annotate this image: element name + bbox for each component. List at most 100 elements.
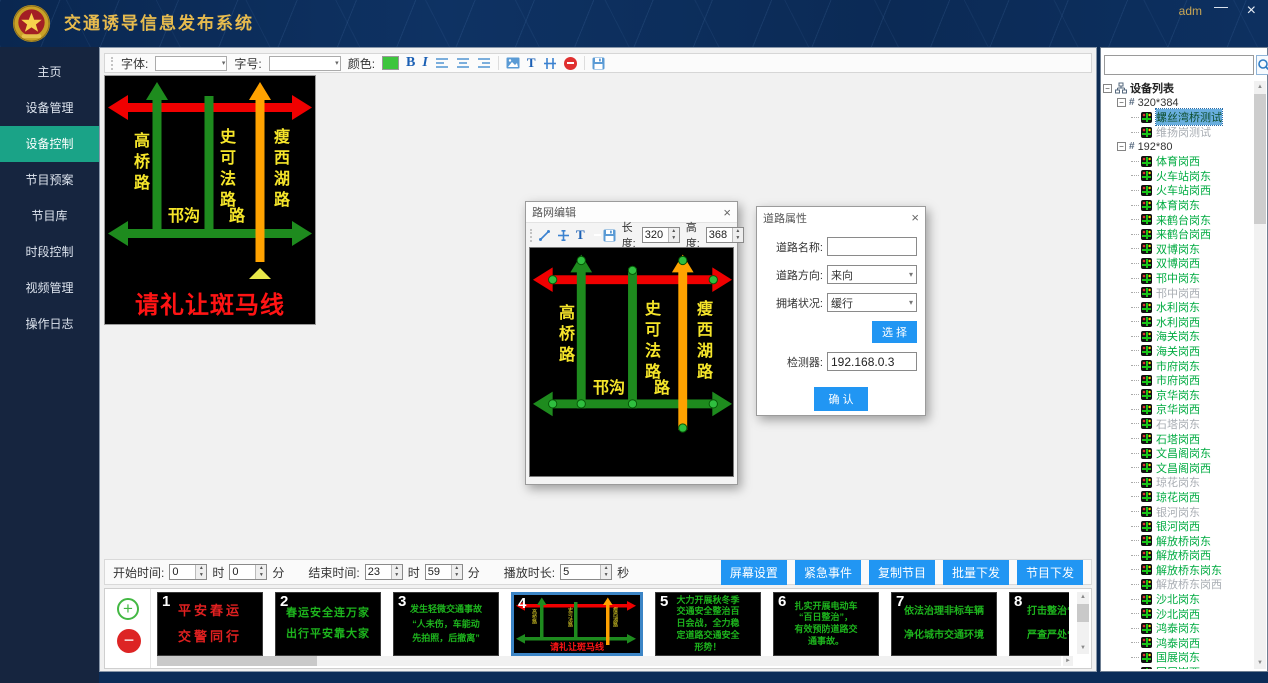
device-item[interactable]: 银河岗东: [1103, 504, 1253, 519]
end-minute-spinner[interactable]: 59▲▼: [425, 564, 463, 580]
insert-image-icon[interactable]: [506, 57, 520, 69]
toolbar-drag-handle[interactable]: [530, 229, 532, 242]
device-item[interactable]: 海关岗东: [1103, 329, 1253, 344]
align-center-icon[interactable]: [456, 57, 470, 69]
tree-collapse-icon[interactable]: −: [1117, 98, 1126, 107]
device-item[interactable]: 银河岗西: [1103, 519, 1253, 534]
device-item[interactable]: 鸿泰岗东: [1103, 621, 1253, 636]
sidebar-item[interactable]: 节目库: [0, 198, 99, 234]
draw-road-icon[interactable]: [538, 229, 551, 242]
select-detector-button[interactable]: 选 择: [872, 321, 917, 343]
sidebar-item[interactable]: 设备控制: [0, 126, 99, 162]
device-item[interactable]: 双博岗西: [1103, 256, 1253, 271]
device-tree-root[interactable]: −设备列表: [1103, 81, 1253, 96]
device-item[interactable]: 双博岗东: [1103, 242, 1253, 257]
road-name-input[interactable]: [827, 237, 917, 256]
device-item[interactable]: 沙北岗东: [1103, 592, 1253, 607]
close-icon[interactable]: ×: [723, 206, 731, 219]
device-item[interactable]: 京华岗东: [1103, 387, 1253, 402]
text-tool-icon[interactable]: T: [576, 227, 585, 243]
device-item[interactable]: 京华岗西: [1103, 402, 1253, 417]
program-thumbnail[interactable]: 5大力开展秋冬季交通安全整治百日会战，全力稳定道路交通安全形势！: [655, 592, 761, 656]
device-item[interactable]: 解放桥东岗东: [1103, 563, 1253, 578]
duration-spinner[interactable]: 5▲▼: [560, 564, 612, 580]
playlist-vertical-scrollbar[interactable]: ▲ ▼: [1077, 592, 1089, 654]
device-item[interactable]: 维扬岗测试: [1103, 125, 1253, 140]
device-item[interactable]: 螺丝湾桥测试: [1103, 110, 1253, 125]
search-button[interactable]: [1256, 55, 1268, 75]
align-right-icon[interactable]: [477, 57, 491, 69]
congestion-select[interactable]: 缓行▾: [827, 293, 917, 312]
tree-vertical-scrollbar[interactable]: ▲ ▼: [1254, 81, 1266, 669]
scroll-right-icon[interactable]: ►: [1063, 656, 1073, 666]
font-select[interactable]: ▾: [155, 56, 227, 71]
dialog-title-bar[interactable]: 道路属性 ×: [757, 207, 925, 228]
sidebar-item[interactable]: 时段控制: [0, 234, 99, 270]
tree-collapse-icon[interactable]: −: [1103, 84, 1112, 93]
emergency-event-button[interactable]: 紧急事件: [795, 560, 861, 585]
screen-settings-button[interactable]: 屏幕设置: [721, 560, 787, 585]
end-hour-spinner[interactable]: 23▲▼: [365, 564, 403, 580]
device-item[interactable]: 国展岗东: [1103, 650, 1253, 665]
tree-collapse-icon[interactable]: −: [1117, 142, 1126, 151]
device-item[interactable]: 石塔岗东: [1103, 417, 1253, 432]
device-item[interactable]: 文昌阁岗西: [1103, 460, 1253, 475]
program-thumbnail[interactable]: 6扎实开展电动车“百日整治”，有效预防道路交通事故。: [773, 592, 879, 656]
close-icon[interactable]: ×: [911, 211, 919, 224]
device-item[interactable]: 解放桥东岗西: [1103, 577, 1253, 592]
crossing-tool-icon[interactable]: [557, 229, 570, 242]
program-thumbnail[interactable]: 7依法治理非标车辆净化城市交通环境: [891, 592, 997, 656]
sidebar-item[interactable]: 节目预案: [0, 162, 99, 198]
program-thumbnail[interactable]: 3发生轻微交通事故“人未伤，车能动先拍照，后撤离”: [393, 592, 499, 656]
device-item[interactable]: 国展岗西: [1103, 665, 1253, 669]
bold-button[interactable]: B: [406, 55, 415, 71]
sidebar-item[interactable]: 设备管理: [0, 90, 99, 126]
device-item[interactable]: 来鹤台岗西: [1103, 227, 1253, 242]
device-item[interactable]: 解放桥岗东: [1103, 533, 1253, 548]
device-item[interactable]: 体育岗西: [1103, 154, 1253, 169]
color-swatch[interactable]: [382, 56, 399, 70]
device-item[interactable]: 火车站岗西: [1103, 183, 1253, 198]
device-item[interactable]: 市府岗东: [1103, 358, 1253, 373]
font-size-select[interactable]: ▾: [269, 56, 341, 71]
confirm-button[interactable]: 确 认: [814, 387, 867, 411]
save-icon[interactable]: [603, 229, 616, 242]
start-hour-spinner[interactable]: 0▲▼: [169, 564, 207, 580]
sidebar-item[interactable]: 视频管理: [0, 270, 99, 306]
device-item[interactable]: 解放桥岗西: [1103, 548, 1253, 563]
insert-text-icon[interactable]: T: [527, 55, 536, 71]
device-item[interactable]: 体育岗东: [1103, 198, 1253, 213]
close-icon[interactable]: ×: [1247, 2, 1256, 20]
device-item[interactable]: 火车站岗东: [1103, 169, 1253, 184]
sidebar-item[interactable]: 主页: [0, 54, 99, 90]
horizontal-scrollbar[interactable]: [157, 656, 1061, 666]
copy-program-button[interactable]: 复制节目: [869, 560, 935, 585]
height-spinner[interactable]: 368▲▼: [706, 227, 744, 243]
road-direction-select[interactable]: 来向▾: [827, 265, 917, 284]
device-item[interactable]: 市府岗西: [1103, 373, 1253, 388]
device-group[interactable]: −#320*384: [1103, 96, 1253, 111]
save-icon[interactable]: [592, 57, 605, 70]
device-item[interactable]: 文昌阁岗东: [1103, 446, 1253, 461]
device-item[interactable]: 水利岗西: [1103, 315, 1253, 330]
device-item[interactable]: 琼花岗东: [1103, 475, 1253, 490]
device-item[interactable]: 琼花岗西: [1103, 490, 1253, 505]
minimize-icon[interactable]: —: [1214, 0, 1228, 14]
road-network-icon[interactable]: [543, 57, 557, 70]
device-item[interactable]: 水利岗东: [1103, 300, 1253, 315]
program-thumbnail[interactable]: 4 高桥路 史可法路 瘦西湖路 请礼让斑马线: [511, 592, 643, 656]
program-thumbnail[interactable]: 1平安春运交警同行: [157, 592, 263, 656]
add-program-button[interactable]: +: [117, 598, 139, 620]
device-item[interactable]: 鸿泰岗西: [1103, 636, 1253, 651]
remove-program-button[interactable]: −: [117, 629, 141, 653]
toolbar-drag-handle[interactable]: [111, 57, 114, 70]
device-item[interactable]: 海关岗西: [1103, 344, 1253, 359]
device-search-input[interactable]: [1104, 55, 1254, 75]
program-thumbnail[interactable]: 2春运安全连万家出行平安靠大家: [275, 592, 381, 656]
start-minute-spinner[interactable]: 0▲▼: [229, 564, 267, 580]
device-item[interactable]: 邗中岗东: [1103, 271, 1253, 286]
detector-input[interactable]: [827, 352, 917, 371]
delete-icon[interactable]: [564, 57, 577, 70]
roadnet-editor-canvas[interactable]: 高桥路 史可法路 瘦西湖路 邗沟 路: [529, 247, 734, 477]
device-item[interactable]: 沙北岗西: [1103, 606, 1253, 621]
